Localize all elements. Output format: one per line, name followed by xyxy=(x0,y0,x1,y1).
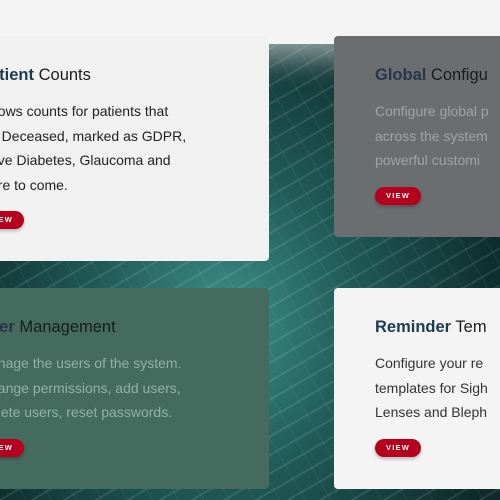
view-button[interactable]: VIEW xyxy=(375,186,421,205)
card-global-configuration: Global Configu Configure global p across… xyxy=(334,36,500,237)
card-description: hows counts for patients that e Deceased… xyxy=(0,99,269,197)
card-title-highlight: Reminder xyxy=(375,318,452,336)
desc-line: across the system xyxy=(375,127,488,144)
card-title-rest: Configu xyxy=(426,66,488,84)
card-patient-counts: atient Counts hows counts for patients t… xyxy=(0,36,269,261)
desc-line: hows counts for patients that xyxy=(0,103,169,119)
card-title-highlight: ser xyxy=(0,318,15,336)
view-button[interactable]: VIEW xyxy=(0,438,24,457)
card-title-rest: Counts xyxy=(34,66,91,84)
card-title-rest: Management xyxy=(14,318,116,336)
desc-line: anage the users of the system. xyxy=(0,355,182,371)
desc-line: templates for Sigh xyxy=(375,379,488,396)
desc-line: elete users, reset passwords. xyxy=(0,404,173,420)
card-title-highlight: Global xyxy=(375,66,427,84)
desc-line: powerful customi xyxy=(375,152,481,168)
card-user-management: ser Management anage the users of the sy… xyxy=(0,288,269,489)
card-description: Configure global p across the system pow… xyxy=(375,99,500,173)
card-description: anage the users of the system. hange per… xyxy=(0,351,269,425)
desc-line: Lenses and Bleph xyxy=(375,404,488,420)
desc-line: Configure global p xyxy=(375,103,489,119)
desc-line: ore to come. xyxy=(0,176,68,193)
desc-line: ave Diabetes, Glaucoma and xyxy=(0,152,171,168)
card-title: atient Counts xyxy=(0,66,269,85)
card-reminder-templates: Reminder Tem Configure your re templates… xyxy=(334,288,500,489)
desc-line: hange permissions, add users, xyxy=(0,379,181,396)
desc-line: Configure your re xyxy=(375,355,484,371)
card-title: ser Management xyxy=(0,318,269,337)
card-title: Reminder Tem xyxy=(375,318,500,337)
card-title-highlight: atient xyxy=(0,66,35,84)
card-title: Global Configu xyxy=(375,66,500,85)
card-description: Configure your re templates for Sigh Len… xyxy=(375,351,500,425)
desc-line: e Deceased, marked as GDPR, xyxy=(0,127,187,144)
view-button[interactable]: VIEW xyxy=(375,438,421,457)
view-button[interactable]: VIEW xyxy=(0,211,24,229)
card-title-rest: Tem xyxy=(451,318,487,336)
